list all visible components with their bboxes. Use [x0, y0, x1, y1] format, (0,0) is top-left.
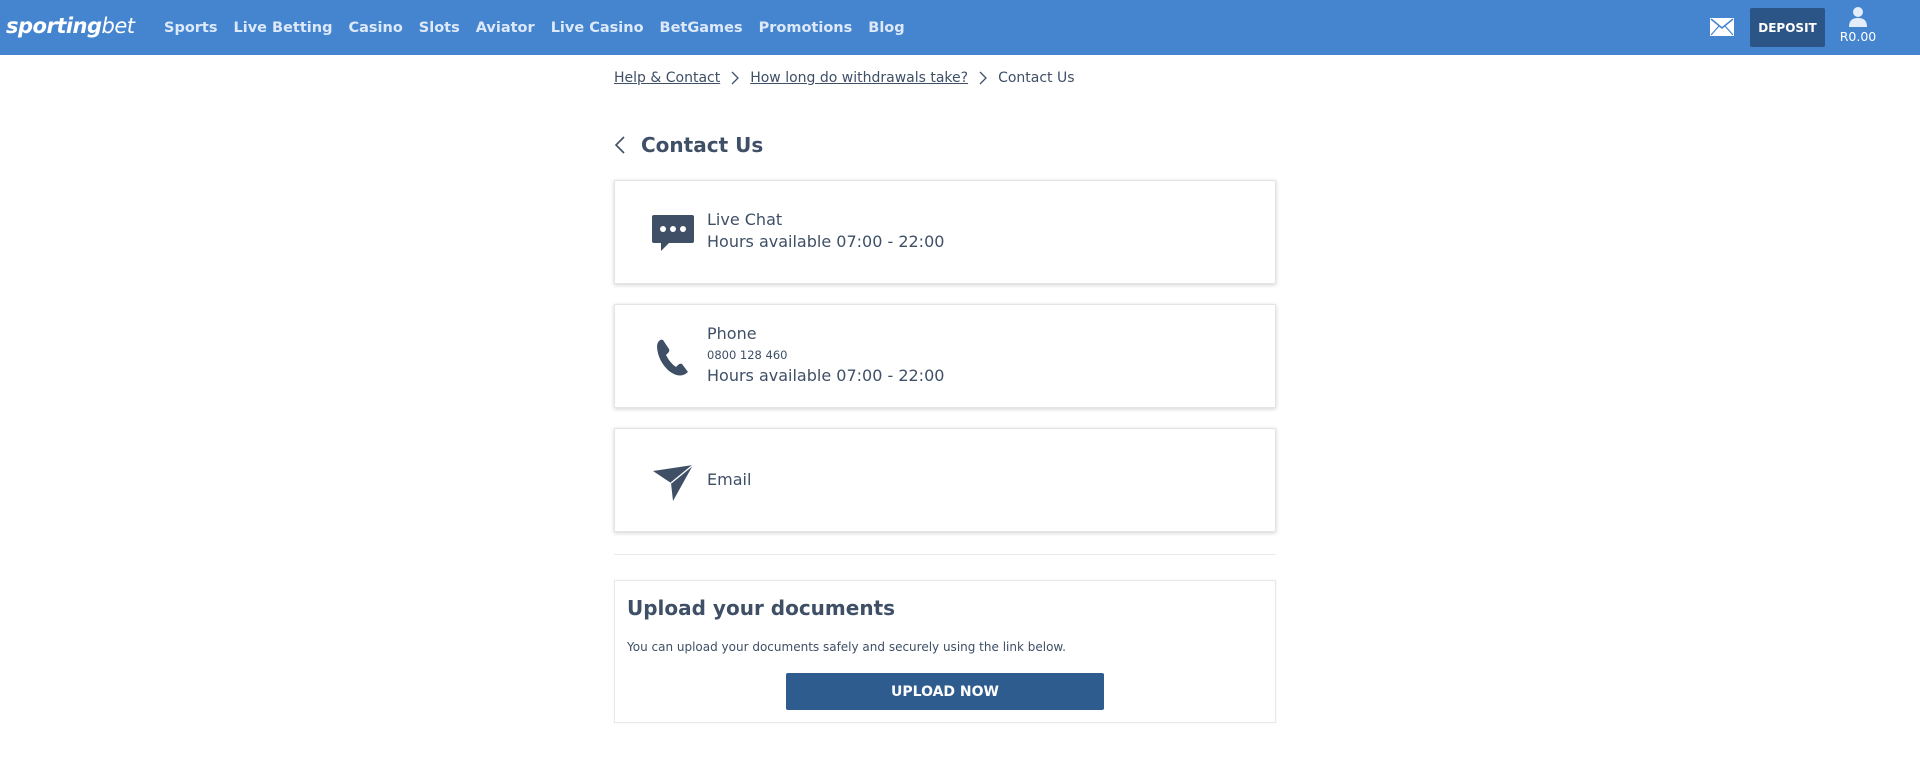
breadcrumb: Help & Contact How long do withdrawals t… [614, 70, 1075, 86]
email-title: Email [707, 470, 752, 489]
live-chat-title: Live Chat [707, 210, 783, 229]
breadcrumb-help-contact[interactable]: Help & Contact [614, 70, 720, 86]
nav-casino[interactable]: Casino [348, 20, 402, 36]
chevron-right-icon [979, 71, 987, 85]
account-menu[interactable]: R0.00 [1836, 6, 1880, 50]
account-balance: R0.00 [1839, 29, 1877, 44]
top-navigation-bar: sportingbet Sports Live Betting Casino S… [0, 0, 1920, 55]
phone-number: 0800 128 460 [707, 348, 788, 362]
nav-live-betting[interactable]: Live Betting [234, 20, 333, 36]
upload-description: You can upload your documents safely and… [627, 640, 1066, 654]
breadcrumb-withdrawals[interactable]: How long do withdrawals take? [750, 70, 968, 86]
phone-hours: Hours available 07:00 - 22:00 [707, 366, 945, 385]
sportingbet-logo[interactable]: sportingbet [6, 14, 135, 38]
chevron-left-icon[interactable] [614, 136, 626, 154]
logo-text-accent: bet [101, 14, 135, 38]
chevron-right-icon [731, 71, 740, 85]
upload-documents-panel: Upload your documents You can upload you… [614, 580, 1276, 723]
nav-slots[interactable]: Slots [419, 20, 460, 36]
phone-text: Phone 0800 128 460 Hours available 07:00… [707, 324, 944, 385]
breadcrumb-current: Contact Us [998, 70, 1075, 86]
nav-sports[interactable]: Sports [164, 20, 218, 36]
page-title: Contact Us [641, 133, 764, 157]
upload-now-button[interactable]: UPLOAD NOW [786, 673, 1104, 710]
email-card[interactable]: Email [614, 428, 1276, 532]
user-icon [1849, 7, 1867, 27]
phone-icon [657, 339, 688, 376]
section-divider [614, 554, 1276, 555]
deposit-button[interactable]: DEPOSIT [1750, 8, 1825, 47]
logo-text-main: sporting [6, 14, 102, 38]
phone-card[interactable]: Phone 0800 128 460 Hours available 07:00… [614, 304, 1276, 408]
live-chat-hours: Hours available 07:00 - 22:00 [707, 232, 945, 251]
live-chat-card[interactable]: Live Chat Hours available 07:00 - 22:00 [614, 180, 1276, 284]
nav-promotions[interactable]: Promotions [759, 20, 853, 36]
nav-betgames[interactable]: BetGames [660, 20, 743, 36]
chat-bubble-icon [652, 215, 694, 251]
upload-title: Upload your documents [627, 596, 896, 620]
email-text: Email [707, 470, 751, 489]
nav-aviator[interactable]: Aviator [476, 20, 535, 36]
live-chat-text: Live Chat Hours available 07:00 - 22:00 [707, 210, 944, 251]
nav-blog[interactable]: Blog [868, 20, 904, 36]
paper-plane-icon [653, 464, 694, 501]
nav-live-casino[interactable]: Live Casino [551, 20, 644, 36]
page-header: Contact Us [614, 133, 763, 157]
main-nav: Sports Live Betting Casino Slots Aviator… [164, 0, 921, 55]
mail-icon[interactable] [1710, 18, 1734, 36]
phone-title: Phone [707, 324, 757, 343]
